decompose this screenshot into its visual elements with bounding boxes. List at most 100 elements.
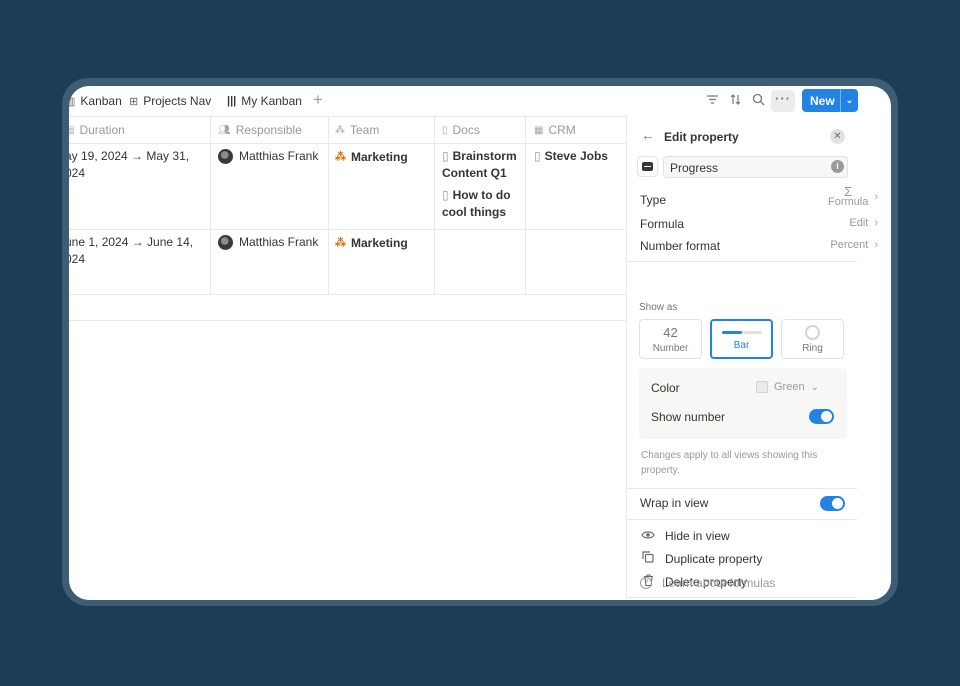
column-header-docs[interactable]: ▯ Docs [442, 123, 480, 137]
wrap-in-view-toggle[interactable] [820, 496, 845, 511]
team-name: Marketing [351, 150, 408, 164]
grid-line [434, 116, 435, 294]
team-icon: ⁂ [335, 151, 346, 163]
grid-line [69, 143, 626, 144]
learn-about-formulas-link[interactable]: ? Learn about formulas [640, 576, 775, 590]
add-view-button[interactable]: + [313, 90, 323, 110]
doc-icon: ▯ [442, 188, 449, 202]
divider [627, 597, 857, 598]
color-swatch [756, 381, 768, 393]
chevron-right-icon: › [874, 239, 878, 251]
doc-link[interactable]: ▯ How to do cool things [442, 187, 524, 221]
grid-line [69, 229, 626, 230]
column-header-duration[interactable]: ▤ Duration [69, 123, 125, 137]
tab-kanban[interactable]: ▥ Kanban [69, 94, 122, 108]
chevron-down-icon[interactable]: ⌄ [840, 89, 858, 112]
avatar [218, 149, 233, 164]
color-value: Green [774, 381, 805, 393]
color-label: Color [651, 381, 680, 395]
team-icon: ⁂ [335, 124, 345, 136]
crm-cell[interactable]: ▯ Steve Jobs [534, 148, 608, 165]
number-format-select[interactable]: Percent › [830, 239, 878, 251]
number-format-value: Percent [830, 239, 869, 251]
duration-cell[interactable]: ay 19, 2024 → May 31, 024 [69, 148, 205, 182]
option-label: Ring [802, 343, 823, 354]
board-icon: ▥ [69, 95, 76, 108]
team-cell[interactable]: ⁂ Marketing [335, 235, 408, 252]
search-icon[interactable] [752, 93, 765, 110]
wrap-in-view-label: Wrap in view [640, 496, 709, 510]
avatar [218, 235, 233, 250]
divider [627, 488, 857, 489]
duplicate-property-action[interactable]: Duplicate property [641, 551, 762, 566]
show-as-bar-option[interactable]: Bar [710, 319, 773, 359]
formula-label: Formula [640, 217, 685, 231]
column-header-team[interactable]: ⁂ Team [335, 123, 379, 137]
info-icon[interactable]: i [831, 160, 844, 173]
team-name: Marketing [351, 236, 408, 250]
doc-title: Brainstorm Content Q1 [442, 149, 517, 180]
type-label: Type [640, 193, 667, 207]
action-label: Hide in view [665, 529, 730, 543]
doc-icon: ▯ [534, 149, 541, 163]
duration-text: une 1, 2024 → June 14, [69, 235, 194, 249]
team-cell[interactable]: ⁂ Marketing [335, 149, 408, 166]
show-number-label: Show number [651, 410, 726, 424]
type-value-text: Σ Formula [828, 185, 868, 208]
doc-icon: ▯ [442, 149, 449, 163]
eye-icon [641, 529, 655, 543]
property-type-icon[interactable] [637, 156, 658, 177]
column-header-crm[interactable]: ▦ CRM [534, 123, 576, 137]
gallery-icon: ⊞ [129, 95, 139, 108]
show-as-label: Show as [639, 302, 678, 313]
crm-name: Steve Jobs [544, 149, 608, 163]
tab-label: My Kanban [241, 94, 302, 108]
tab-label: Kanban [80, 94, 122, 108]
more-options-button[interactable]: ··· [771, 90, 795, 112]
column-label: Team [350, 123, 380, 137]
copy-icon [641, 551, 655, 566]
property-name-input[interactable]: Progress [663, 156, 848, 178]
calendar-icon: ▤ [69, 124, 75, 136]
formula-edit[interactable]: Edit › [849, 217, 878, 229]
show-number-toggle[interactable] [809, 409, 834, 424]
grid-line [69, 116, 626, 117]
duration-text: 024 [69, 252, 86, 266]
option-label: Bar [733, 340, 750, 351]
column-header-responsible[interactable]: 👥︎ Responsible [218, 123, 302, 137]
tab-label: Projects Nav [143, 94, 212, 108]
bar-settings-box: Color Green ⌄ Show number [639, 368, 847, 439]
filter-icon[interactable] [706, 93, 719, 110]
doc-link[interactable]: ▯ Brainstorm Content Q1 [442, 148, 524, 182]
docs-cell[interactable]: ▯ Brainstorm Content Q1 ▯ How to do cool t… [442, 148, 524, 221]
type-value[interactable]: Σ Formula › [828, 185, 878, 208]
people-icon: 👥︎ [218, 124, 231, 136]
grid-line [525, 116, 526, 294]
new-button[interactable]: New ⌄ [802, 89, 858, 112]
tab-my-kanban[interactable]: ||| My Kanban [227, 94, 302, 108]
panel-title: Edit property [664, 130, 739, 144]
column-label: CRM [548, 123, 576, 137]
board-icon: ||| [227, 95, 237, 107]
show-as-number-option[interactable]: 42 Number [639, 319, 702, 359]
bar-preview [721, 331, 762, 334]
back-arrow-icon[interactable]: ← [641, 127, 655, 143]
show-as-ring-option[interactable]: Ring [781, 319, 844, 359]
responsible-cell[interactable]: Matthias Frank [218, 234, 318, 251]
number-preview: 42 [663, 325, 678, 340]
changes-note: Changes apply to all views showing this … [641, 450, 818, 476]
chevron-right-icon: › [874, 217, 878, 229]
number-format-label: Number format [640, 239, 721, 253]
column-label: Responsible [235, 123, 302, 137]
sort-icon[interactable] [729, 93, 742, 110]
responsible-cell[interactable]: Matthias Frank [218, 148, 318, 165]
close-icon[interactable]: ✕ [830, 129, 845, 144]
hide-in-view-action[interactable]: Hide in view [641, 529, 730, 543]
duration-text: 024 [69, 166, 86, 180]
tab-projects-nav[interactable]: ⊞ Projects Nav [129, 94, 211, 108]
action-label: Duplicate property [665, 551, 763, 566]
color-select[interactable]: Green ⌄ [756, 381, 819, 393]
duration-cell[interactable]: une 1, 2024 → June 14, 024 [69, 234, 205, 268]
person-name: Matthias Frank [239, 235, 319, 249]
column-label: Docs [452, 123, 480, 137]
